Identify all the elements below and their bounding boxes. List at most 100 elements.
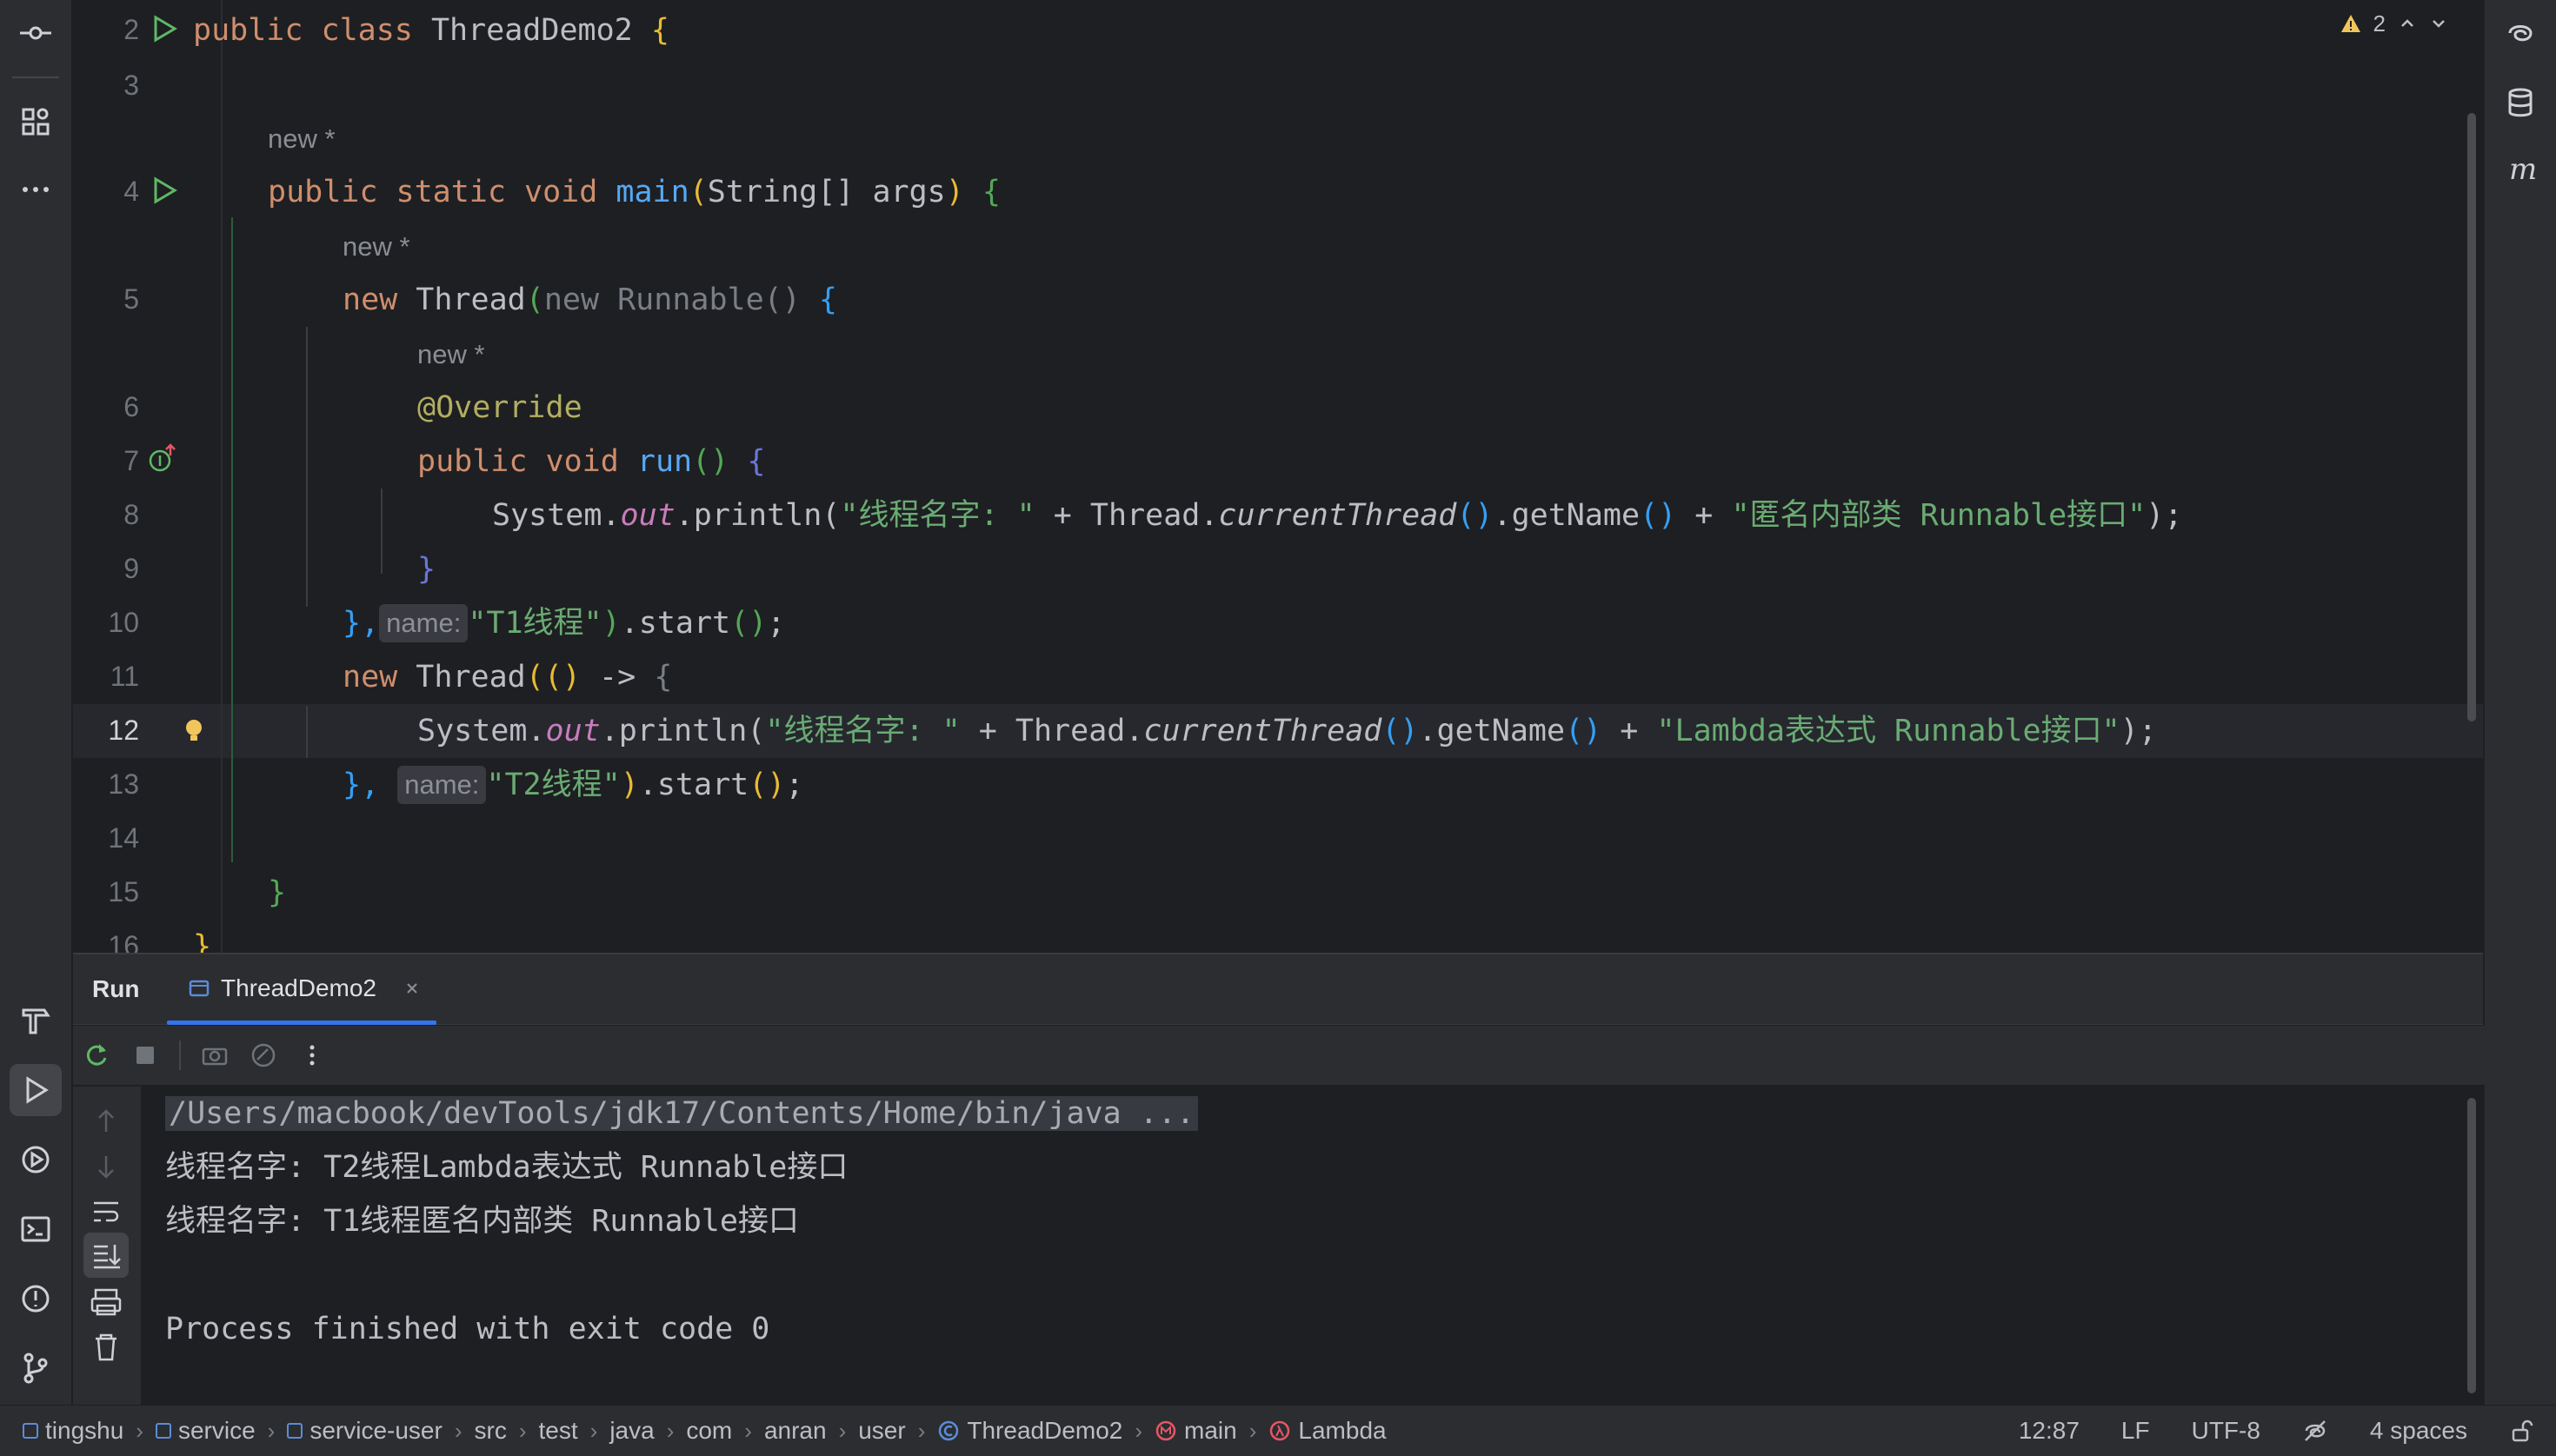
close-icon[interactable]	[403, 979, 422, 998]
chevron-right-icon: ›	[1135, 1417, 1143, 1444]
threads-dump-icon[interactable]	[249, 1040, 278, 1070]
git-branch-icon[interactable]	[10, 1342, 62, 1394]
line-number: 12	[108, 715, 139, 746]
breadcrumb-item[interactable]: main	[1155, 1417, 1237, 1445]
commit-icon[interactable]	[10, 7, 62, 59]
run-panel-title: Run	[92, 975, 140, 1002]
param-hint-name: name:	[379, 604, 469, 642]
code-line-10: }, name: "T1线程").start();	[343, 604, 786, 642]
run-gutter-icon[interactable]	[150, 176, 179, 205]
console-side-toolbar	[73, 1087, 141, 1406]
stop-icon[interactable]	[130, 1040, 160, 1070]
right-tool-strip: m	[2483, 0, 2556, 1405]
chevron-right-icon: ›	[267, 1417, 276, 1444]
code-area[interactable]: public class ThreadDemo2 { new * public …	[193, 0, 2457, 953]
line-number: 4	[123, 176, 139, 207]
line-separator[interactable]: LF	[2121, 1417, 2150, 1445]
usages-hint[interactable]: new *	[268, 122, 336, 156]
line-number: 15	[108, 876, 139, 908]
maven-icon[interactable]: m	[2494, 144, 2546, 196]
database-icon[interactable]	[2494, 76, 2546, 129]
breadcrumb-item[interactable]: anran	[764, 1417, 827, 1445]
chevron-up-icon[interactable]	[2398, 14, 2417, 33]
breadcrumb-item[interactable]: service	[155, 1417, 256, 1445]
breadcrumb-item[interactable]: com	[686, 1417, 732, 1445]
code-line-13: }, name: "T2线程").start();	[343, 766, 804, 804]
status-right: 12:87 LF UTF-8 4 spaces	[2019, 1406, 2533, 1456]
editor-scrollbar[interactable]	[2467, 113, 2476, 721]
more-options-icon[interactable]	[297, 1040, 327, 1070]
ai-completion-icon[interactable]	[2302, 1418, 2328, 1444]
lightbulb-icon[interactable]	[179, 716, 209, 746]
svg-text:m: m	[2509, 153, 2537, 187]
soft-wrap-icon[interactable]	[89, 1194, 123, 1229]
run-tab-threaddemo2[interactable]: ThreadDemo2	[188, 954, 422, 1022]
breadcrumb: tingshu › service › service-user › src ›…	[0, 1417, 1387, 1445]
breadcrumb-item[interactable]: test	[539, 1417, 578, 1445]
arrow-up-icon[interactable]	[89, 1104, 123, 1139]
code-line-8: System.out.println("线程名字: " + Thread.cur…	[492, 498, 2183, 533]
unlock-icon[interactable]	[2509, 1419, 2533, 1443]
breadcrumb-item[interactable]: tingshu	[23, 1417, 123, 1445]
console-line: 线程名字: T1线程匿名内部类 Runnable接口	[165, 1204, 799, 1239]
breadcrumb-item[interactable]: java	[609, 1417, 654, 1445]
rerun-icon[interactable]	[82, 1040, 111, 1070]
breadcrumb-item[interactable]: Lambda	[1268, 1417, 1387, 1445]
chevron-right-icon: ›	[1248, 1417, 1257, 1444]
more-tools-icon[interactable]	[10, 163, 62, 216]
indent-guide	[381, 489, 383, 574]
inspection-widget[interactable]: 2	[2340, 7, 2448, 40]
code-line-11: new Thread(() -> {	[343, 660, 673, 695]
console-output[interactable]: /Users/macbook/devTools/jdk17/Contents/H…	[165, 1087, 2448, 1356]
command-line[interactable]: /Users/macbook/devTools/jdk17/Contents/H…	[165, 1096, 1199, 1131]
warning-icon	[2340, 15, 2360, 32]
usages-hint[interactable]: new *	[343, 229, 410, 264]
run-gutter-icon[interactable]	[150, 14, 179, 43]
camera-icon[interactable]	[200, 1040, 230, 1070]
run-toolbar	[73, 1026, 2492, 1085]
console-scrollbar[interactable]	[2467, 1098, 2476, 1393]
structure-icon[interactable]	[10, 96, 62, 148]
status-bar: tingshu › service › service-user › src ›…	[0, 1405, 2556, 1456]
problems-icon[interactable]	[10, 1273, 62, 1325]
lambda-icon	[1270, 1420, 1290, 1441]
param-hint-name: name:	[397, 766, 487, 804]
implements-method-icon[interactable]	[148, 443, 177, 473]
run-panel: Run ThreadDemo2 /Users/macbook/devTools/…	[73, 953, 2492, 1406]
scroll-to-end-icon[interactable]	[89, 1238, 123, 1273]
terminal-icon[interactable]	[10, 1203, 62, 1255]
run-config-icon	[189, 980, 210, 997]
arrow-down-icon[interactable]	[89, 1149, 123, 1184]
services-icon[interactable]	[10, 1134, 62, 1186]
line-number: 6	[123, 391, 139, 422]
code-line-5: new Thread(new Runnable() {	[343, 283, 837, 317]
code-editor[interactable]: 2 3 4 5 6 7 8 9 10 11 12 13 14 15 16 pub…	[73, 0, 2483, 953]
breadcrumb-item[interactable]: service-user	[287, 1417, 443, 1445]
breadcrumb-item[interactable]: user	[858, 1417, 905, 1445]
chevron-down-icon[interactable]	[2429, 14, 2448, 33]
print-icon[interactable]	[89, 1285, 123, 1320]
caret-position[interactable]: 12:87	[2019, 1417, 2080, 1445]
method-icon	[1155, 1420, 1176, 1441]
left-tool-strip	[0, 0, 73, 1405]
run-tool-icon[interactable]	[10, 1064, 62, 1116]
line-number: 5	[123, 283, 139, 315]
line-number: 13	[108, 768, 139, 800]
usages-hint[interactable]: new *	[417, 337, 485, 372]
code-line-7: public void run() {	[417, 444, 766, 479]
indent-setting[interactable]: 4 spaces	[2370, 1417, 2467, 1445]
ai-assistant-icon[interactable]	[2494, 7, 2546, 59]
file-encoding[interactable]: UTF-8	[2192, 1417, 2260, 1445]
breadcrumb-item[interactable]: ThreadDemo2	[937, 1417, 1122, 1445]
console-line: /Users/macbook/devTools/jdk17/Contents/H…	[165, 1087, 2448, 1140]
chevron-right-icon: ›	[454, 1417, 463, 1444]
console-line: 线程名字: T2线程Lambda表达式 Runnable接口	[165, 1150, 849, 1185]
indent-guide	[306, 706, 308, 758]
code-line-12: System.out.println("线程名字: " + Thread.cur…	[417, 714, 2157, 748]
code-line-2: public class ThreadDemo2 {	[193, 13, 669, 48]
trash-icon[interactable]	[89, 1330, 123, 1365]
code-line-4: public static void main(String[] args) {	[268, 175, 1001, 209]
build-hammer-icon[interactable]	[10, 994, 62, 1047]
breadcrumb-item[interactable]: src	[475, 1417, 507, 1445]
